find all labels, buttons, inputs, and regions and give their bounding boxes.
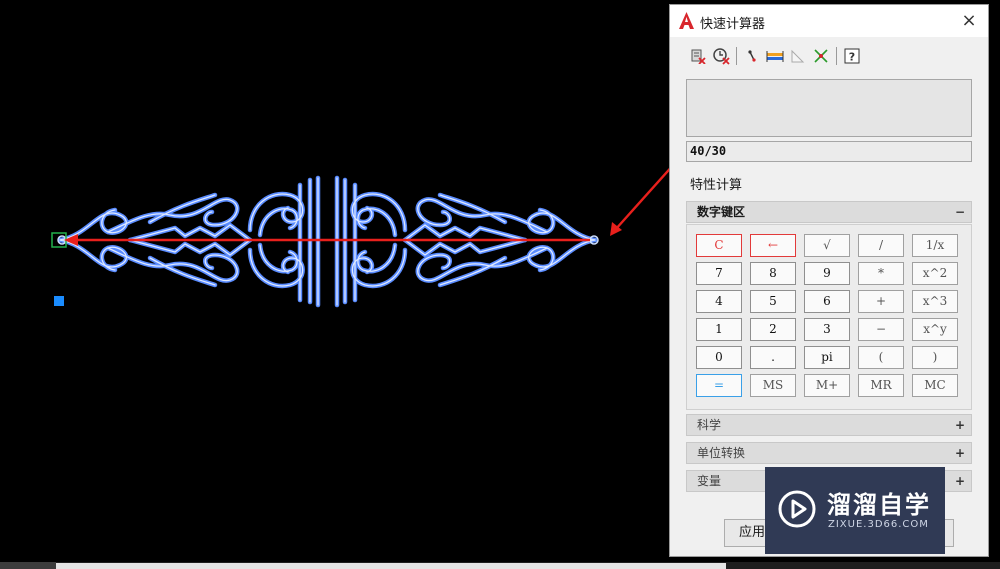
expand-icon[interactable]: + [955,415,965,435]
section-label: 数字键区 [697,205,746,219]
key-1[interactable]: 1 [696,318,742,341]
key-2[interactable]: 2 [750,318,796,341]
key-subtract[interactable]: − [858,318,904,341]
section-label: 单位转换 [697,446,746,460]
selection-grip[interactable] [54,296,64,306]
key-open-paren[interactable]: ( [858,346,904,369]
key-power[interactable]: x^y [912,318,958,341]
history-area[interactable] [686,79,972,137]
key-clear[interactable]: C [696,234,742,257]
key-reciprocal[interactable]: 1/x [912,234,958,257]
toolbar-separator [836,47,837,65]
clear-icon[interactable] [688,46,708,66]
expand-icon[interactable]: + [955,443,965,463]
key-add[interactable]: + [858,290,904,313]
expression-input[interactable]: 40/30 [686,141,972,162]
watermark-subtitle: ZIXUE.3D66.COM [828,519,929,530]
svg-text:?: ? [849,51,855,64]
watermark-title: 溜溜自学 [827,491,931,519]
key-cube[interactable]: x^3 [912,290,958,313]
expand-icon[interactable]: + [955,471,965,491]
unit-conversion-header[interactable]: 单位转换 + [686,442,972,464]
key-pi[interactable]: pi [804,346,850,369]
section-label: 变量 [697,474,722,488]
palette-titlebar[interactable]: 快速计算器 × [670,5,988,37]
property-calc-label: 特性计算 [690,178,743,193]
collapse-icon[interactable]: − [955,202,965,222]
key-memory-add[interactable]: M+ [804,374,850,397]
scientific-header[interactable]: 科学 + [686,414,972,436]
key-6[interactable]: 6 [804,290,850,313]
distance-between-two-points-icon[interactable] [765,46,785,66]
key-close-paren[interactable]: ) [912,346,958,369]
key-3[interactable]: 3 [804,318,850,341]
palette-title: 快速计算器 [700,17,766,32]
help-icon[interactable]: ? [842,46,862,66]
numeric-keypad-header[interactable]: 数字键区 − [686,201,972,223]
toolbar-separator [736,47,737,65]
key-memory-recall[interactable]: MR [858,374,904,397]
key-memory-clear[interactable]: MC [912,374,958,397]
key-decimal[interactable]: . [750,346,796,369]
angle-of-line-icon[interactable] [788,46,808,66]
horizontal-scrollbar[interactable] [0,562,1000,569]
close-button[interactable]: × [958,10,980,32]
key-7[interactable]: 7 [696,262,742,285]
key-9[interactable]: 9 [804,262,850,285]
play-logo-icon [778,490,816,528]
key-equals[interactable]: = [696,374,742,397]
key-0[interactable]: 0 [696,346,742,369]
watermark-overlay: 溜溜自学 ZIXUE.3D66.COM [765,467,945,554]
get-coordinates-icon[interactable] [742,46,762,66]
intersection-icon[interactable] [811,46,831,66]
ornament-drawing [57,178,599,305]
key-multiply[interactable]: * [858,262,904,285]
section-label: 科学 [697,418,722,432]
scrollbar-left-segment [0,562,56,569]
key-divide[interactable]: / [858,234,904,257]
key-memory-store[interactable]: MS [750,374,796,397]
scrollbar-thumb[interactable] [56,563,726,569]
key-square[interactable]: x^2 [912,262,958,285]
key-4[interactable]: 4 [696,290,742,313]
numeric-keypad: C ← √ / 1/x 7 8 9 * x^2 4 5 6 + x^3 1 2 … [686,224,972,410]
key-8[interactable]: 8 [750,262,796,285]
clear-history-icon[interactable] [711,46,731,66]
calc-toolbar: ? [688,45,862,67]
key-5[interactable]: 5 [750,290,796,313]
autocad-a-icon [679,12,694,29]
key-sqrt[interactable]: √ [804,234,850,257]
key-backspace[interactable]: ← [750,234,796,257]
